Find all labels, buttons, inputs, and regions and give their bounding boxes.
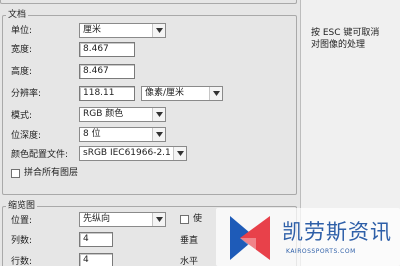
watermark-logo-icon: [230, 216, 270, 260]
chevron-down-icon: [173, 147, 186, 160]
mode-label: 模式:: [11, 111, 33, 121]
resolution-input[interactable]: 118.11: [79, 86, 135, 101]
unit-select-value: 厘米: [83, 25, 102, 35]
position-label: 位置:: [11, 216, 33, 226]
top-fieldset-edge: [0, 0, 297, 4]
hint-text-line-1: 按 ESC 键可取消: [311, 28, 380, 38]
depth-select[interactable]: 8 位: [79, 127, 166, 142]
rows-input[interactable]: 4: [79, 253, 113, 266]
flatten-label: 拼合所有图层: [24, 168, 79, 178]
horizontal-label: 水平: [180, 257, 199, 266]
mode-select[interactable]: RGB 颜色: [79, 107, 166, 122]
unit-label: 单位:: [11, 26, 33, 36]
chevron-down-icon: [152, 128, 165, 141]
mode-select-value: RGB 颜色: [83, 109, 124, 119]
vertical-label: 垂直: [180, 236, 199, 246]
profile-select[interactable]: sRGB IEC61966-2.1: [79, 146, 187, 161]
resolution-unit-value: 像素/厘米: [145, 88, 185, 98]
watermark-text: 凯劳斯资讯: [282, 220, 392, 244]
unit-select[interactable]: 厘米: [79, 23, 166, 38]
chevron-down-icon: [152, 108, 165, 121]
profile-select-value: sRGB IEC61966-2.1: [83, 148, 171, 158]
resolution-label: 分辨率:: [11, 89, 42, 99]
rows-label: 行数:: [11, 257, 33, 266]
use-checkbox[interactable]: [180, 215, 189, 224]
use-label: 使: [193, 214, 203, 224]
depth-label: 位深度:: [11, 131, 42, 141]
chevron-down-icon: [152, 24, 165, 37]
resolution-unit-select[interactable]: 像素/厘米: [141, 86, 223, 101]
watermark-url: KAIROSSPORTS.COM: [286, 248, 356, 255]
chevron-down-icon: [152, 213, 165, 226]
width-input[interactable]: 8.467: [79, 42, 135, 57]
flatten-checkbox[interactable]: [11, 169, 20, 178]
height-input[interactable]: 8.467: [79, 64, 135, 79]
thumbnail-legend: 缩览图: [6, 201, 38, 211]
depth-select-value: 8 位: [83, 129, 101, 139]
width-label: 宽度:: [11, 45, 33, 55]
position-select-value: 先纵向: [83, 214, 111, 224]
columns-input[interactable]: 4: [79, 232, 113, 247]
position-select[interactable]: 先纵向: [79, 212, 166, 227]
watermark: 凯劳斯资讯 KAIROSSPORTS.COM: [216, 208, 400, 266]
hint-text-line-2: 对图像的处理: [311, 40, 366, 50]
height-label: 高度:: [11, 67, 33, 77]
document-legend: 文档: [6, 10, 29, 20]
columns-label: 列数:: [11, 236, 33, 246]
profile-label: 颜色配置文件:: [11, 150, 69, 160]
chevron-down-icon: [209, 87, 222, 100]
